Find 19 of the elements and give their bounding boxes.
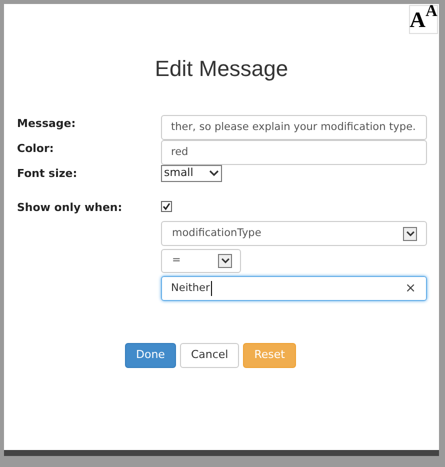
clear-button[interactable]: × [405,278,416,298]
checkbox[interactable] [161,200,172,212]
value-field[interactable]: Neither × [161,276,427,301]
field-label: Color: [17,141,55,157]
operator-select[interactable]: = [161,249,241,273]
text-field[interactable]: red [161,140,427,165]
dialog-title: Edit Message [154,55,288,83]
dialog-button[interactable]: Cancel [180,343,240,368]
font-size-select[interactable]: small [161,165,222,182]
font-size-button[interactable]: A$^{A}$ [409,5,438,34]
field-label: Font size: [17,166,78,182]
field-label: Message: [17,116,77,132]
text-field[interactable]: ther, so please explain your modification type. [161,115,427,140]
dropdown-caret-icon [218,254,232,268]
field-select[interactable]: modificationType [161,221,427,246]
field-label: Show only when: [17,200,124,216]
dialog-button[interactable]: Done [125,343,176,368]
dropdown-caret-icon [403,226,417,240]
caret-icon [209,170,219,177]
